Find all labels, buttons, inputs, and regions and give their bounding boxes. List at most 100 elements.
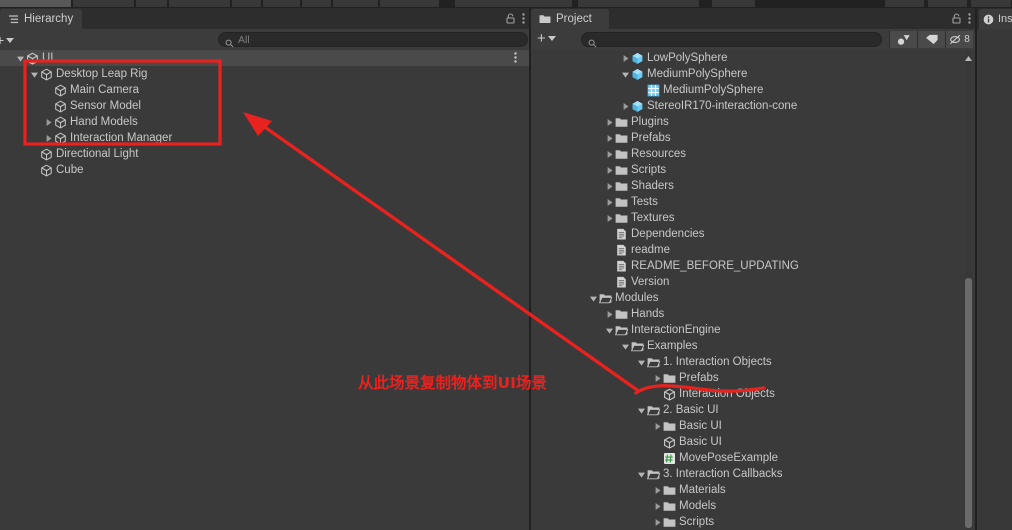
project-add-button[interactable]: + <box>537 31 556 46</box>
filter-by-label-icon[interactable] <box>917 31 945 48</box>
toolbar-button[interactable] <box>0 0 72 7</box>
hierarchy-row[interactable]: Cube <box>0 162 529 178</box>
lock-icon[interactable] <box>952 11 961 29</box>
toolbar-button[interactable] <box>885 0 925 7</box>
project-row[interactable]: LowPolySphere <box>531 50 975 66</box>
toolbar-button[interactable] <box>712 0 756 7</box>
expander-collapse-icon[interactable] <box>637 406 646 415</box>
toolbar-button[interactable] <box>136 0 168 7</box>
toolbar-button[interactable] <box>928 0 968 7</box>
project-row-label: Examples <box>647 340 698 352</box>
expander-expand-icon[interactable] <box>653 518 662 527</box>
project-row[interactable]: MediumPolySphere <box>531 66 975 82</box>
expander-expand-icon[interactable] <box>653 486 662 495</box>
toolbar-button[interactable] <box>232 0 262 7</box>
hierarchy-search-input[interactable]: All <box>218 32 528 48</box>
project-row[interactable]: Dependencies <box>531 226 975 242</box>
hidden-packages-button[interactable]: 8 <box>945 31 973 48</box>
expander-expand-icon[interactable] <box>44 134 53 143</box>
tab-inspector[interactable]: Ins <box>979 9 1012 29</box>
project-row[interactable]: Shaders <box>531 178 975 194</box>
hierarchy-row[interactable]: Desktop Leap Rig <box>0 66 529 82</box>
project-row[interactable]: MovePoseExample <box>531 450 975 466</box>
expander-expand-icon[interactable] <box>605 118 614 127</box>
project-row[interactable]: README_BEFORE_UPDATING <box>531 258 975 274</box>
project-row[interactable]: Materials <box>531 482 975 498</box>
expander-expand-icon[interactable] <box>44 118 53 127</box>
project-row[interactable]: Version <box>531 274 975 290</box>
project-row[interactable]: 3. Interaction Callbacks <box>531 466 975 482</box>
expander-expand-icon[interactable] <box>621 54 630 63</box>
project-tree[interactable]: LowPolySphere MediumPolySphere MediumPolyS… <box>531 50 975 530</box>
hierarchy-row[interactable]: UI <box>0 50 529 66</box>
expander-expand-icon[interactable] <box>653 422 662 431</box>
project-row[interactable]: Resources <box>531 146 975 162</box>
expander-expand-icon[interactable] <box>605 150 614 159</box>
toolbar-button[interactable] <box>380 0 440 7</box>
toolbar-button[interactable] <box>971 0 1012 7</box>
toolbar-button[interactable] <box>302 0 332 7</box>
project-row[interactable]: Models <box>531 498 975 514</box>
project-row[interactable]: Tests <box>531 194 975 210</box>
project-row[interactable]: Basic UI <box>531 418 975 434</box>
toolbar-button[interactable] <box>578 0 700 7</box>
tab-hierarchy[interactable]: Hierarchy <box>0 9 82 29</box>
toolbar-button[interactable] <box>263 0 301 7</box>
project-row[interactable]: MediumPolySphere <box>531 82 975 98</box>
expander-collapse-icon[interactable] <box>637 470 646 479</box>
expander-expand-icon[interactable] <box>605 134 614 143</box>
hierarchy-icon <box>8 14 19 25</box>
project-row[interactable]: Interaction Objects <box>531 386 975 402</box>
filter-by-type-icon[interactable] <box>889 31 917 48</box>
project-row[interactable]: Basic UI <box>531 434 975 450</box>
expander-collapse-icon[interactable] <box>589 294 598 303</box>
expander-expand-icon[interactable] <box>605 182 614 191</box>
project-row[interactable]: Textures <box>531 210 975 226</box>
folder-icon <box>615 148 628 161</box>
project-row[interactable]: Examples <box>531 338 975 354</box>
expander-expand-icon[interactable] <box>621 102 630 111</box>
toolbar-button[interactable] <box>169 0 231 7</box>
project-row[interactable]: Scripts <box>531 514 975 530</box>
hierarchy-row[interactable]: Directional Light <box>0 146 529 162</box>
expander-expand-icon[interactable] <box>653 502 662 511</box>
project-row[interactable]: Prefabs <box>531 370 975 386</box>
expander-expand-icon[interactable] <box>605 310 614 319</box>
hierarchy-row[interactable]: Hand Models <box>0 114 529 130</box>
toolbar-button[interactable] <box>333 0 379 7</box>
lock-icon[interactable] <box>506 11 515 29</box>
project-row[interactable]: Prefabs <box>531 130 975 146</box>
hierarchy-row[interactable]: Main Camera <box>0 82 529 98</box>
project-row[interactable]: InteractionEngine <box>531 322 975 338</box>
expander-collapse-icon[interactable] <box>605 326 614 335</box>
expander-expand-icon[interactable] <box>605 198 614 207</box>
expander-collapse-icon[interactable] <box>621 342 630 351</box>
project-search-input[interactable] <box>581 32 882 48</box>
project-row[interactable]: 1. Interaction Objects <box>531 354 975 370</box>
hierarchy-row[interactable]: Sensor Model <box>0 98 529 114</box>
kebab-menu-icon[interactable] <box>522 11 525 29</box>
toolbar-button[interactable] <box>455 0 573 7</box>
hierarchy-add-button[interactable]: + <box>0 32 15 48</box>
expander-expand-icon[interactable] <box>605 166 614 175</box>
project-row[interactable]: StereoIR170-interaction-cone <box>531 98 975 114</box>
expander-expand-icon[interactable] <box>605 214 614 223</box>
tab-project[interactable]: Project <box>531 9 609 29</box>
project-row[interactable]: Plugins <box>531 114 975 130</box>
row-kebab-menu-icon[interactable] <box>514 52 517 66</box>
project-row-label: MediumPolySphere <box>663 84 764 96</box>
project-row[interactable]: Hands <box>531 306 975 322</box>
toolbar-button[interactable] <box>73 0 135 7</box>
expander-expand-icon[interactable] <box>653 374 662 383</box>
expander-collapse-icon[interactable] <box>637 358 646 367</box>
hierarchy-row[interactable]: Interaction Manager <box>0 130 529 146</box>
expander-collapse-icon[interactable] <box>621 70 630 79</box>
expander-collapse-icon[interactable] <box>16 54 25 63</box>
project-row[interactable]: readme <box>531 242 975 258</box>
project-row[interactable]: Scripts <box>531 162 975 178</box>
kebab-menu-icon[interactable] <box>968 11 971 29</box>
hierarchy-tree[interactable]: UI Desktop Leap Rig Main Camera Sensor Mode… <box>0 50 529 530</box>
project-row[interactable]: 2. Basic UI <box>531 402 975 418</box>
project-row[interactable]: Modules <box>531 290 975 306</box>
expander-collapse-icon[interactable] <box>30 70 39 79</box>
